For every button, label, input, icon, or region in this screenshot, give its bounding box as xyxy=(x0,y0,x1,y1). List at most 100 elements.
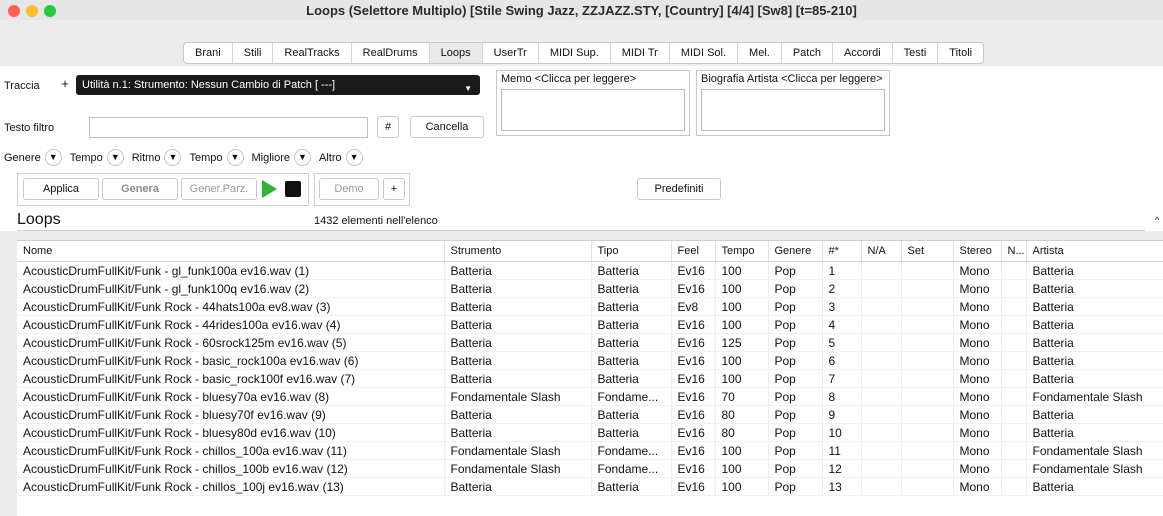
table-cell: Batteria xyxy=(444,333,592,352)
chevron-down-icon[interactable]: ▼ xyxy=(345,149,363,166)
column-header[interactable]: Artista xyxy=(1026,241,1163,262)
track-dropdown[interactable]: Utilità n.1: Strumento: Nessun Cambio di… xyxy=(76,75,480,95)
demo-add-button[interactable]: + xyxy=(383,178,405,200)
table-cell: Pop xyxy=(768,441,823,460)
tab-realdrums[interactable]: RealDrums xyxy=(352,43,430,63)
stop-icon[interactable] xyxy=(285,181,301,197)
table-row[interactable]: AcousticDrumFullKit/Funk Rock - bluesy80… xyxy=(17,423,1163,442)
tab-accordi[interactable]: Accordi xyxy=(833,43,893,63)
tab-loops[interactable]: Loops xyxy=(429,43,483,63)
tab-usertr[interactable]: UserTr xyxy=(483,43,539,63)
table-cell xyxy=(1001,387,1027,406)
table-cell: 100 xyxy=(715,369,769,388)
table-cell: Fondame... xyxy=(591,387,672,406)
table-row[interactable]: AcousticDrumFullKit/Funk Rock - chillos_… xyxy=(17,459,1163,478)
tab-testi[interactable]: Testi xyxy=(893,43,939,63)
column-header[interactable]: Set xyxy=(901,241,954,262)
tab-midi-sup[interactable]: MIDI Sup. xyxy=(539,43,611,63)
table-cell: 100 xyxy=(715,279,769,298)
clear-filter-button[interactable]: Cancella xyxy=(410,116,484,138)
table-cell: 125 xyxy=(715,333,769,352)
table-cell: Ev16 xyxy=(671,351,716,370)
column-header[interactable]: Strumento xyxy=(444,241,592,262)
table-row[interactable]: AcousticDrumFullKit/Funk Rock - chillos_… xyxy=(17,441,1163,460)
tab-patch[interactable]: Patch xyxy=(782,43,833,63)
table-cell xyxy=(861,297,902,316)
table-row[interactable]: AcousticDrumFullKit/Funk Rock - bluesy70… xyxy=(17,405,1163,424)
table-cell: AcousticDrumFullKit/Funk Rock - 60srock1… xyxy=(17,333,445,352)
play-icon[interactable] xyxy=(262,180,277,198)
chevron-down-icon[interactable]: ▼ xyxy=(106,149,124,166)
table-cell xyxy=(861,279,902,298)
table-cell: Ev16 xyxy=(671,441,716,460)
table-cell: Batteria xyxy=(1026,369,1163,388)
tab-midi-tr[interactable]: MIDI Tr xyxy=(611,43,670,63)
table-row[interactable]: AcousticDrumFullKit/Funk Rock - 44hats10… xyxy=(17,297,1163,316)
table-cell: Ev8 xyxy=(671,297,716,316)
table-row[interactable]: AcousticDrumFullKit/Funk Rock - basic_ro… xyxy=(17,351,1163,370)
artist-bio-text-area[interactable] xyxy=(701,89,885,131)
hash-filter-button[interactable]: # xyxy=(377,116,399,138)
table-cell: Batteria xyxy=(444,477,592,496)
table-cell: Batteria xyxy=(444,369,592,388)
table-cell xyxy=(901,459,954,478)
column-header[interactable]: Feel xyxy=(671,241,716,262)
tab-titoli[interactable]: Titoli xyxy=(938,43,983,63)
table-cell: Batteria xyxy=(1026,261,1163,280)
tab-realtracks[interactable]: RealTracks xyxy=(273,43,352,63)
table-row[interactable]: AcousticDrumFullKit/Funk Rock - chillos_… xyxy=(17,477,1163,496)
table-row[interactable]: AcousticDrumFullKit/Funk Rock - bluesy70… xyxy=(17,387,1163,406)
tab-brani[interactable]: Brani xyxy=(184,43,233,63)
table-cell: Batteria xyxy=(1026,477,1163,496)
table-cell: Batteria xyxy=(1026,405,1163,424)
column-header[interactable]: N/A xyxy=(861,241,902,262)
column-header[interactable]: Nome xyxy=(17,241,445,262)
chevron-down-icon[interactable]: ▼ xyxy=(164,149,182,166)
table-cell: Batteria xyxy=(591,477,672,496)
filter-genere-label: Genere xyxy=(4,151,41,164)
chevron-down-icon[interactable]: ▼ xyxy=(44,149,62,166)
demo-button[interactable]: Demo xyxy=(319,178,379,200)
table-cell: Fondamentale Slash xyxy=(444,441,592,460)
table-row[interactable]: AcousticDrumFullKit/Funk Rock - 44rides1… xyxy=(17,315,1163,334)
add-track-button[interactable]: + xyxy=(56,77,74,93)
table-row[interactable]: AcousticDrumFullKit/Funk - gl_funk100q e… xyxy=(17,279,1163,298)
table-row[interactable]: AcousticDrumFullKit/Funk Rock - 60srock1… xyxy=(17,333,1163,352)
column-header[interactable]: Stereo xyxy=(953,241,1002,262)
apply-button[interactable]: Applica xyxy=(23,178,99,200)
column-header[interactable]: Tempo xyxy=(715,241,769,262)
table-cell: Fondame... xyxy=(591,459,672,478)
table-cell: Batteria xyxy=(444,405,592,424)
table-cell: Ev16 xyxy=(671,459,716,478)
memo-text-area[interactable] xyxy=(501,89,685,131)
table-cell: Pop xyxy=(768,297,823,316)
defaults-button[interactable]: Predefiniti xyxy=(637,178,721,200)
column-header[interactable]: Genere xyxy=(768,241,823,262)
table-cell: Batteria xyxy=(1026,423,1163,442)
generate-button[interactable]: Genera xyxy=(102,178,178,200)
table-cell: Batteria xyxy=(591,261,672,280)
filter-text-input[interactable] xyxy=(89,117,368,138)
generate-partial-button[interactable]: Gener.Parz. xyxy=(181,178,257,200)
column-header[interactable]: #* xyxy=(822,241,862,262)
memo-box[interactable]: Memo <Clicca per leggere> xyxy=(496,70,690,136)
table-cell: Batteria xyxy=(1026,279,1163,298)
table-cell: 3 xyxy=(822,297,862,316)
column-header[interactable]: N... xyxy=(1001,241,1027,262)
table-cell: 2 xyxy=(822,279,862,298)
tab-stili[interactable]: Stili xyxy=(233,43,274,63)
table-cell: 70 xyxy=(715,387,769,406)
table-body: AcousticDrumFullKit/Funk - gl_funk100a e… xyxy=(17,261,1163,496)
table-cell: Batteria xyxy=(444,423,592,442)
table-cell: Ev16 xyxy=(671,261,716,280)
table-row[interactable]: AcousticDrumFullKit/Funk - gl_funk100a e… xyxy=(17,261,1163,280)
chevron-up-icon[interactable]: ^ xyxy=(1155,215,1159,225)
chevron-down-icon[interactable]: ▼ xyxy=(294,149,312,166)
column-header[interactable]: Tipo xyxy=(591,241,672,262)
artist-bio-box[interactable]: Biografia Artista <Clicca per leggere> xyxy=(696,70,890,136)
table-cell: Batteria xyxy=(1026,315,1163,334)
table-row[interactable]: AcousticDrumFullKit/Funk Rock - basic_ro… xyxy=(17,369,1163,388)
tab-midi-sol[interactable]: MIDI Sol. xyxy=(670,43,739,63)
chevron-down-icon[interactable]: ▼ xyxy=(226,149,244,166)
tab-mel[interactable]: Mel. xyxy=(738,43,782,63)
